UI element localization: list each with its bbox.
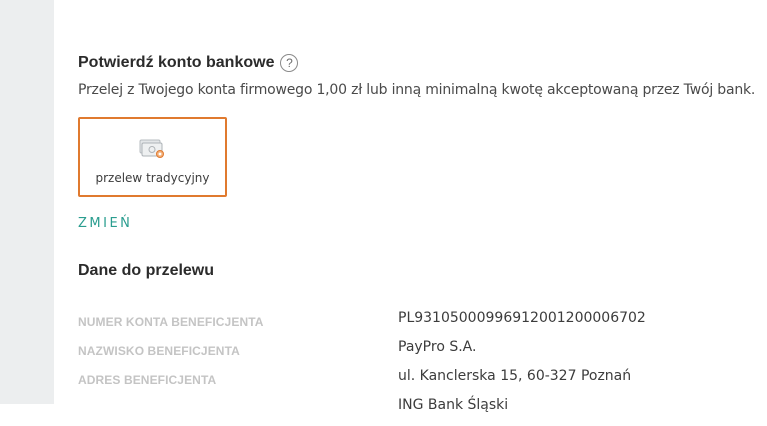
- beneficiary-name-value: PayPro S.A.: [398, 339, 477, 355]
- transfer-details-title: Dane do przelewu: [78, 262, 215, 279]
- confirm-bank-title: Potwierdź konto bankowe: [78, 54, 275, 71]
- transfer-details-list: NUMER KONTA BENEFICJENTA PL9310500099691…: [78, 310, 758, 426]
- help-icon[interactable]: ?: [280, 54, 299, 72]
- beneficiary-name-label: NAZWISKO BENEFICJENTA: [78, 344, 240, 358]
- account-number-value: PL93105000996912001200006702: [398, 310, 646, 326]
- detail-row-beneficiary-address: ADRES BENEFICJENTA ul. Kanclerska 15, 60…: [78, 368, 758, 397]
- payment-method-traditional-transfer[interactable]: przelew tradycyjny: [78, 117, 227, 197]
- payment-method-label: przelew tradycyjny: [95, 171, 210, 185]
- account-number-label: NUMER KONTA BENEFICJENTA: [78, 315, 264, 329]
- beneficiary-address-label: ADRES BENEFICJENTA: [78, 373, 217, 387]
- detail-row-account-number: NUMER KONTA BENEFICJENTA PL9310500099691…: [78, 310, 758, 339]
- confirm-instructions: Przelej z Twojego konta firmowego 1,00 z…: [78, 82, 756, 98]
- bank-name-value: ING Bank Śląski: [398, 397, 509, 413]
- beneficiary-address-value: ul. Kanclerska 15, 60-327 Poznań: [398, 368, 632, 384]
- money-bills-icon: [138, 137, 168, 163]
- change-method-link[interactable]: ZMIEŃ: [78, 216, 132, 231]
- main-content: Potwierdź konto bankowe ? Przelej z Twoj…: [54, 0, 767, 413]
- confirm-title-row: Potwierdź konto bankowe ?: [78, 54, 299, 72]
- left-sidebar-strip: [0, 0, 54, 404]
- detail-row-beneficiary-name: NAZWISKO BENEFICJENTA PayPro S.A.: [78, 339, 758, 368]
- detail-row-bank-name: ING Bank Śląski: [78, 397, 758, 426]
